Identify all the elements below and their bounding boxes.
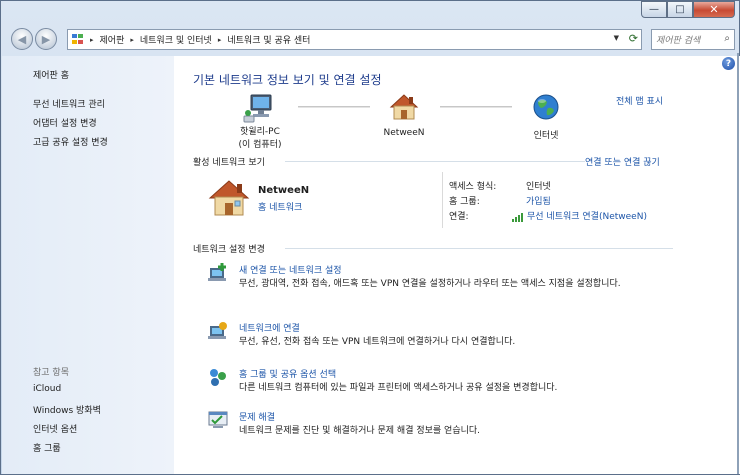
- network-link-line: [440, 106, 512, 108]
- change-settings-heading: 네트워크 설정 변경: [193, 245, 265, 255]
- section-divider: [285, 248, 673, 249]
- connect-disconnect-link[interactable]: 연결 또는 연결 끊기: [585, 155, 660, 168]
- main-content: ? 기본 네트워크 정보 보기 및 연결 설정 전체 맵 표시 핫윌리-PC (…: [174, 56, 740, 474]
- title-bar: — □ ✕: [1, 1, 740, 23]
- maximize-button[interactable]: □: [667, 1, 693, 18]
- sidebar-item-icloud[interactable]: iCloud: [33, 384, 61, 394]
- breadcrumb-network-internet[interactable]: 네트워크 및 인터넷: [140, 33, 212, 46]
- internet-node-label: 인터넷: [533, 131, 559, 141]
- new-connection-icon: [208, 263, 226, 281]
- network-map-this-pc: 핫윌리-PC (이 컴퓨터): [219, 93, 301, 150]
- address-dropdown-icon[interactable]: ▼: [614, 34, 619, 42]
- control-panel-icon: [72, 33, 86, 46]
- task-new-connection-link[interactable]: 새 연결 또는 네트워크 설정: [239, 263, 342, 276]
- home-network-large-icon: [208, 180, 250, 216]
- network-map-internet[interactable]: 인터넷: [516, 93, 576, 141]
- connection-value-link[interactable]: 무선 네트워크 연결(NetweeN): [512, 209, 647, 222]
- network-link-line: [298, 106, 370, 108]
- address-bar[interactable]: ▸ 제어판 ▸ 네트워크 및 인터넷 ▸ 네트워크 및 공유 센터 ▼ ⟳: [67, 29, 642, 50]
- caption-buttons: — □ ✕: [641, 1, 735, 18]
- wireless-signal-icon: [512, 212, 524, 222]
- section-divider: [285, 161, 585, 162]
- search-icon[interactable]: ⌕: [724, 33, 730, 44]
- sidebar-item-manage-wireless[interactable]: 무선 네트워크 관리: [33, 97, 105, 110]
- sidebar-item-windows-firewall[interactable]: Windows 방화벽: [33, 403, 101, 416]
- globe-icon: [533, 94, 559, 120]
- forward-button[interactable]: ▶: [35, 28, 57, 50]
- connection-label: 연결:: [449, 212, 469, 222]
- sidebar: 제어판 홈 무선 네트워크 관리 어댑터 설정 변경 고급 공유 설정 변경 참…: [2, 56, 174, 474]
- homegroup-value-link[interactable]: 가입됨: [526, 194, 551, 207]
- refresh-icon[interactable]: ⟳: [629, 32, 638, 45]
- window-edge: [737, 53, 739, 474]
- task-connect-network-desc: 무선, 유선, 전화 접속 또는 VPN 네트워크에 연결하거나 다시 연결합니…: [239, 337, 516, 347]
- crumb-separator-icon: ▸: [217, 35, 222, 44]
- access-type-value: 인터넷: [526, 182, 551, 192]
- search-input[interactable]: 제어판 검색 ⌕: [651, 29, 735, 50]
- computer-icon: [243, 94, 272, 123]
- close-button[interactable]: ✕: [693, 1, 735, 18]
- vertical-divider: [442, 172, 443, 228]
- see-also-heading: 참고 항목: [33, 368, 69, 378]
- breadcrumb-network-sharing-center[interactable]: 네트워크 및 공유 센터: [227, 33, 310, 46]
- explorer-window: — □ ✕ ◀ ▶ ▸ 제어판 ▸ 네트워크 및 인터넷 ▸ 네트워크 및 공유…: [0, 0, 740, 475]
- connect-network-icon: [208, 322, 227, 339]
- task-new-connection-desc: 무선, 광대역, 전화 접속, 애드혹 또는 VPN 연결을 설정하거나 라우터…: [239, 279, 621, 289]
- this-pc-subtitle: (이 컴퓨터): [238, 140, 282, 150]
- crumb-separator-icon: ▸: [130, 35, 134, 44]
- active-network-type-link[interactable]: 홈 네트워크: [258, 200, 302, 213]
- connection-value-text: 무선 네트워크 연결(NetweeN): [527, 212, 647, 222]
- task-troubleshoot-desc: 네트워크 문제를 진단 및 해결하거나 문제 해결 정보를 얻습니다.: [239, 426, 481, 436]
- task-connect-network-link[interactable]: 네트워크에 연결: [239, 321, 300, 334]
- network-node-name: NetweeN: [383, 128, 425, 138]
- troubleshoot-icon: [208, 411, 228, 428]
- network-map-network[interactable]: NetweeN: [374, 93, 434, 138]
- access-type-label: 액세스 형식:: [449, 182, 497, 192]
- task-homegroup-link[interactable]: 홈 그룹 및 공유 옵션 선택: [239, 367, 336, 380]
- minimize-button[interactable]: —: [641, 1, 667, 18]
- sidebar-item-internet-options[interactable]: 인터넷 옵션: [33, 422, 77, 435]
- task-troubleshoot-link[interactable]: 문제 해결: [239, 410, 275, 423]
- home-network-icon: [389, 94, 419, 120]
- back-button[interactable]: ◀: [11, 28, 33, 50]
- sidebar-item-advanced-sharing[interactable]: 고급 공유 설정 변경: [33, 135, 108, 148]
- see-full-map-link[interactable]: 전체 맵 표시: [616, 94, 663, 107]
- active-network-name: NetweeN: [258, 185, 310, 196]
- active-networks-heading: 활성 네트워크 보기: [193, 158, 265, 168]
- homegroup-label: 홈 그룹:: [449, 197, 480, 207]
- homegroup-icon: [210, 369, 226, 386]
- navigation-bar: ◀ ▶ ▸ 제어판 ▸ 네트워크 및 인터넷 ▸ 네트워크 및 공유 센터 ▼ …: [1, 25, 740, 53]
- help-icon[interactable]: ?: [722, 57, 735, 70]
- sidebar-item-adapter-settings[interactable]: 어댑터 설정 변경: [33, 116, 97, 129]
- search-placeholder: 제어판 검색: [656, 36, 701, 46]
- task-homegroup-desc: 다른 네트워크 컴퓨터에 있는 파일과 프린터에 액세스하거나 공유 설정을 변…: [239, 383, 558, 393]
- breadcrumb-control-panel[interactable]: 제어판: [100, 33, 125, 46]
- sidebar-item-homegroup[interactable]: 홈 그룹: [33, 441, 61, 454]
- crumb-separator-icon: ▸: [90, 35, 94, 44]
- page-title: 기본 네트워크 정보 보기 및 연결 설정: [193, 73, 382, 87]
- this-pc-name: 핫윌리-PC: [240, 127, 280, 137]
- sidebar-item-control-panel-home[interactable]: 제어판 홈: [33, 68, 69, 81]
